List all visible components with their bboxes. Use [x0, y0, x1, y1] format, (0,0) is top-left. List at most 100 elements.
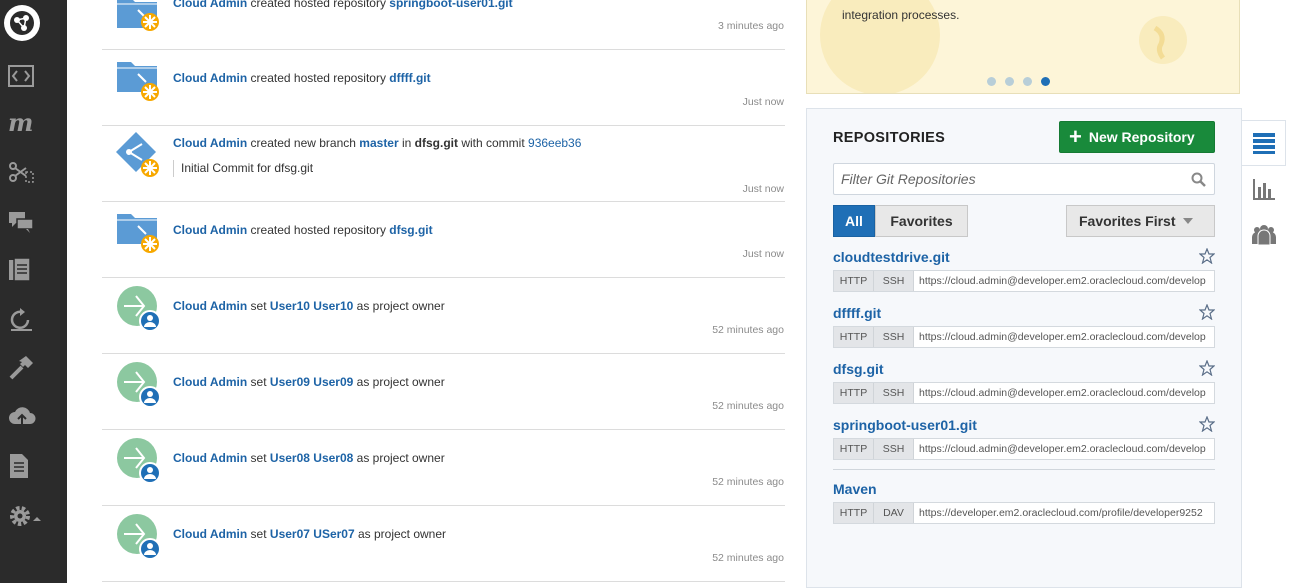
favorite-star-icon[interactable]: [1199, 248, 1215, 264]
docs-icon[interactable]: [0, 442, 67, 490]
user-link[interactable]: Cloud Admin: [173, 527, 247, 541]
http-button[interactable]: HTTP: [834, 383, 874, 403]
user-link[interactable]: Cloud Admin: [173, 299, 247, 313]
filter-repositories-input[interactable]: Filter Git Repositories: [833, 163, 1215, 195]
owner-user-link[interactable]: User09 User09: [270, 375, 353, 389]
tab-all[interactable]: All: [833, 205, 875, 237]
plus-icon: +: [1069, 124, 1082, 149]
feed-item: Cloud Admin created hosted repository sp…: [102, 0, 785, 50]
owner-user-link[interactable]: User07 USer07: [270, 527, 355, 541]
repositories-panel: REPOSITORIES + New Repository Filter Git…: [806, 108, 1242, 588]
info-carousel: integration processes.: [806, 0, 1240, 94]
commit-message: Initial Commit for dfsg.git: [173, 160, 313, 177]
project-owner-avatar-icon: [117, 362, 161, 408]
carousel-dot[interactable]: [1023, 77, 1032, 86]
timestamp: 52 minutes ago: [712, 476, 784, 488]
http-button[interactable]: HTTP: [834, 271, 874, 291]
maven-link[interactable]: Maven: [833, 481, 877, 497]
repository-avatar-icon: [117, 214, 159, 253]
issues-icon[interactable]: [0, 246, 67, 294]
repository-name-link[interactable]: dffff.git: [833, 305, 881, 321]
ssh-button[interactable]: SSH: [874, 439, 914, 459]
wiki-icon[interactable]: m: [0, 98, 67, 146]
ssh-button[interactable]: SSH: [874, 271, 914, 291]
clone-url-field[interactable]: https://cloud.admin@developer.em2.oracle…: [914, 271, 1214, 291]
carousel-dot[interactable]: [1005, 77, 1014, 86]
repository-link[interactable]: dffff.git: [389, 71, 430, 85]
user-link[interactable]: Cloud Admin: [173, 136, 247, 150]
repository-link[interactable]: dfsg.git: [389, 223, 432, 237]
builds-icon[interactable]: [0, 296, 67, 344]
carousel-dots: [987, 77, 1050, 86]
deploy-icon[interactable]: [0, 392, 67, 440]
panel-title: REPOSITORIES: [833, 130, 946, 146]
repository-name-link[interactable]: cloudtestdrive.git: [833, 249, 950, 265]
user-link[interactable]: Cloud Admin: [173, 451, 247, 465]
timestamp: Just now: [742, 96, 784, 108]
divider: [833, 469, 1215, 470]
ssh-button[interactable]: SSH: [874, 327, 914, 347]
user-link[interactable]: Cloud Admin: [173, 0, 247, 10]
carousel-dot[interactable]: [987, 77, 996, 86]
chevron-down-icon: [1183, 218, 1194, 224]
user-link[interactable]: Cloud Admin: [173, 375, 247, 389]
tab-favorites[interactable]: Favorites: [875, 205, 968, 237]
favorite-star-icon[interactable]: [1199, 360, 1215, 376]
timestamp: 52 minutes ago: [712, 400, 784, 412]
timestamp: 52 minutes ago: [712, 324, 784, 336]
feed-item: Cloud Admin set User10 User10 as project…: [102, 278, 785, 354]
repository-name-link[interactable]: dfsg.git: [833, 361, 884, 377]
favorite-star-icon[interactable]: [1199, 304, 1215, 320]
carousel-dot-active[interactable]: [1041, 77, 1050, 86]
statistics-icon[interactable]: [1242, 166, 1286, 212]
logo-icon[interactable]: [4, 5, 40, 41]
timestamp: Just now: [742, 248, 784, 260]
owner-user-link[interactable]: User10 User10: [270, 299, 353, 313]
new-repository-label: New Repository: [1088, 129, 1195, 145]
hammer-icon[interactable]: [0, 344, 67, 392]
feed-item: Cloud Admin set User07 USer07 as project…: [102, 506, 785, 582]
http-button[interactable]: HTTP: [834, 439, 874, 459]
merge-requests-icon[interactable]: [0, 148, 67, 196]
feed-item: Cloud Admin set User08 User08 as project…: [102, 430, 785, 506]
repositories-list-icon[interactable]: [1242, 120, 1286, 166]
timestamp: Just now: [742, 183, 784, 195]
project-owner-avatar-icon: [117, 514, 161, 560]
repository-link[interactable]: springboot-user01.git: [389, 0, 512, 10]
favorite-star-icon[interactable]: [1199, 416, 1215, 432]
repository-name-link[interactable]: springboot-user01.git: [833, 417, 977, 433]
repository-avatar-icon: [117, 0, 159, 31]
settings-icon[interactable]: [0, 492, 67, 540]
clone-url-field[interactable]: https://cloud.admin@developer.em2.oracle…: [914, 383, 1214, 403]
maven-url-field[interactable]: https://developer.em2.oraclecloud.com/pr…: [914, 503, 1214, 523]
sort-dropdown[interactable]: Favorites First: [1066, 205, 1215, 237]
branch-link[interactable]: master: [359, 136, 398, 150]
user-link[interactable]: Cloud Admin: [173, 223, 247, 237]
commit-link[interactable]: 936eeb36: [528, 136, 581, 150]
code-icon[interactable]: [0, 52, 67, 100]
user-link[interactable]: Cloud Admin: [173, 71, 247, 85]
http-button[interactable]: HTTP: [834, 327, 874, 347]
http-button[interactable]: HTTP: [834, 503, 874, 523]
repository-name: dfsg.git: [414, 136, 458, 150]
carousel-text: integration processes.: [842, 8, 960, 22]
project-owner-avatar-icon: [117, 286, 161, 332]
feed-item: Cloud Admin set User09 User09 as project…: [102, 354, 785, 430]
feed-item: Cloud Admin created new branch master in…: [102, 126, 785, 202]
new-repository-button[interactable]: + New Repository: [1059, 121, 1215, 153]
dav-button[interactable]: DAV: [874, 503, 914, 523]
clone-url-field[interactable]: https://cloud.admin@developer.em2.oracle…: [914, 439, 1214, 459]
branch-avatar-icon: [116, 132, 159, 177]
globe-small-icon: [1139, 16, 1187, 64]
timestamp: 52 minutes ago: [712, 552, 784, 564]
chat-icon[interactable]: [0, 198, 67, 246]
clone-url-field[interactable]: https://cloud.admin@developer.em2.oracle…: [914, 327, 1214, 347]
search-icon: [1191, 172, 1206, 187]
team-icon[interactable]: [1242, 212, 1286, 258]
owner-user-link[interactable]: User08 User08: [270, 451, 353, 465]
project-owner-avatar-icon: [117, 438, 161, 484]
feed-item: Cloud Admin created hosted repository df…: [102, 202, 785, 278]
timestamp: 3 minutes ago: [718, 20, 784, 32]
left-nav-rail: m: [0, 0, 67, 583]
ssh-button[interactable]: SSH: [874, 383, 914, 403]
